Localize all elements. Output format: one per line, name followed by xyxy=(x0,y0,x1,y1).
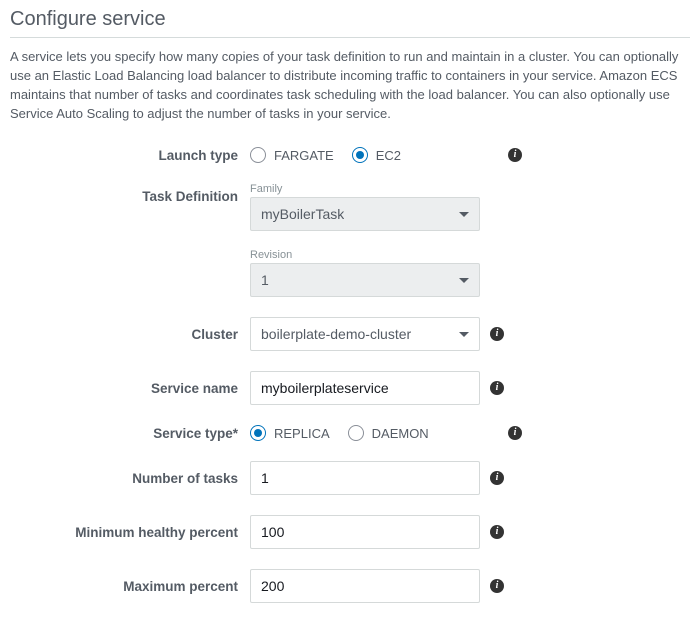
sub-label-family: Family xyxy=(250,183,480,195)
chevron-down-icon xyxy=(459,332,469,337)
select-family-value: myBoilerTask xyxy=(261,206,344,222)
label-number-of-tasks: Number of tasks xyxy=(18,471,250,486)
radio-circle-icon xyxy=(250,147,266,163)
row-launch-type: Launch type FARGATE EC2 i xyxy=(18,147,690,163)
info-icon[interactable]: i xyxy=(490,579,504,593)
row-min-healthy-percent: Minimum healthy percent i xyxy=(18,515,690,549)
radio-replica[interactable]: REPLICA xyxy=(250,425,330,441)
row-service-type: Service type* REPLICA DAEMON i xyxy=(18,425,690,441)
info-icon[interactable]: i xyxy=(490,327,504,341)
input-number-of-tasks[interactable] xyxy=(250,461,480,495)
info-icon[interactable]: i xyxy=(490,381,504,395)
radio-daemon[interactable]: DAEMON xyxy=(348,425,429,441)
input-max-percent[interactable] xyxy=(250,569,480,603)
row-service-name: Service name i xyxy=(18,371,690,405)
select-cluster-value: boilerplate-demo-cluster xyxy=(261,326,411,342)
radio-replica-label: REPLICA xyxy=(274,426,330,441)
radio-circle-icon xyxy=(250,425,266,441)
info-icon[interactable]: i xyxy=(490,525,504,539)
label-min-healthy-percent: Minimum healthy percent xyxy=(18,525,250,540)
service-type-radio-group: REPLICA DAEMON xyxy=(250,425,498,441)
input-service-name[interactable] xyxy=(250,371,480,405)
label-cluster: Cluster xyxy=(18,327,250,342)
radio-fargate-label: FARGATE xyxy=(274,148,334,163)
select-family[interactable]: myBoilerTask xyxy=(250,197,480,231)
chevron-down-icon xyxy=(459,278,469,283)
info-icon[interactable]: i xyxy=(508,426,522,440)
select-cluster[interactable]: boilerplate-demo-cluster xyxy=(250,317,480,351)
select-revision[interactable]: 1 xyxy=(250,263,480,297)
select-revision-value: 1 xyxy=(261,272,269,288)
radio-circle-icon xyxy=(348,425,364,441)
page-title: Configure service xyxy=(10,8,690,38)
page-description: A service lets you specify how many copi… xyxy=(10,48,690,123)
row-max-percent: Maximum percent i xyxy=(18,569,690,603)
input-min-healthy-percent[interactable] xyxy=(250,515,480,549)
radio-daemon-label: DAEMON xyxy=(372,426,429,441)
label-task-definition: Task Definition xyxy=(18,183,250,204)
radio-fargate[interactable]: FARGATE xyxy=(250,147,334,163)
label-launch-type: Launch type xyxy=(18,148,250,163)
configure-service-form: Launch type FARGATE EC2 i Task Definitio… xyxy=(10,147,690,603)
launch-type-radio-group: FARGATE EC2 xyxy=(250,147,498,163)
row-cluster: Cluster boilerplate-demo-cluster i xyxy=(18,317,690,351)
info-icon[interactable]: i xyxy=(508,148,522,162)
label-max-percent: Maximum percent xyxy=(18,579,250,594)
row-task-definition: Task Definition Family myBoilerTask Revi… xyxy=(18,183,690,297)
sub-label-revision: Revision xyxy=(250,249,480,261)
radio-ec2[interactable]: EC2 xyxy=(352,147,401,163)
chevron-down-icon xyxy=(459,212,469,217)
radio-circle-icon xyxy=(352,147,368,163)
label-service-type: Service type* xyxy=(18,426,250,441)
info-icon[interactable]: i xyxy=(490,471,504,485)
radio-ec2-label: EC2 xyxy=(376,148,401,163)
row-number-of-tasks: Number of tasks i xyxy=(18,461,690,495)
label-service-name: Service name xyxy=(18,381,250,396)
